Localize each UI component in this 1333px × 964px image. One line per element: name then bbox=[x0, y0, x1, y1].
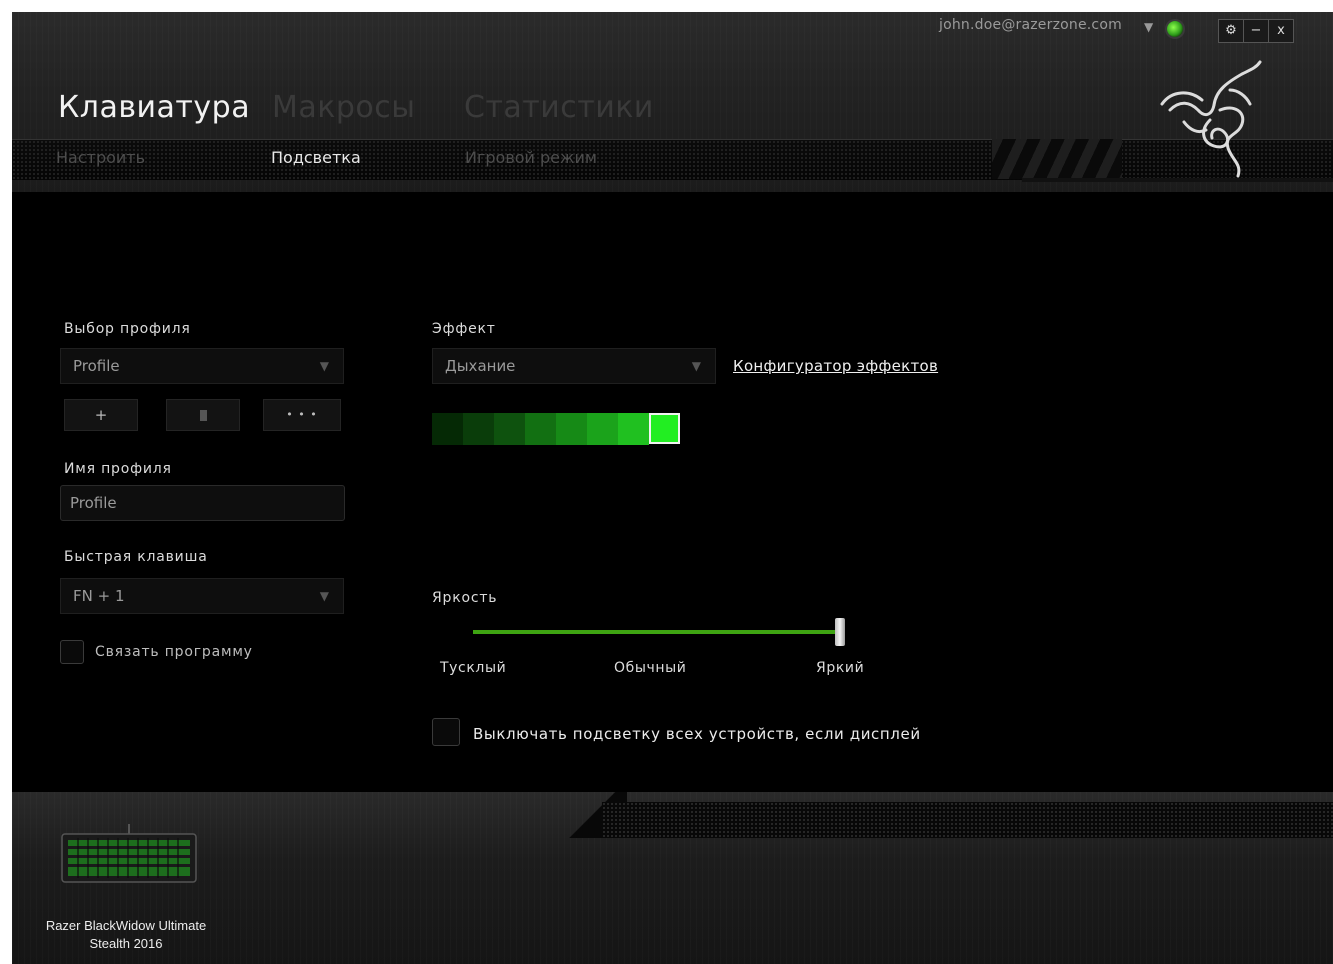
close-button[interactable]: x bbox=[1269, 20, 1293, 42]
color-swatch[interactable] bbox=[618, 413, 649, 445]
profile-select-label: Выбор профиля bbox=[64, 321, 191, 337]
profile-name-label: Имя профиля bbox=[64, 461, 172, 477]
chevron-down-icon: ▼ bbox=[319, 589, 329, 603]
display-off-label: Выключать подсветку всех устройств, если… bbox=[473, 725, 921, 743]
color-swatch[interactable] bbox=[587, 413, 618, 445]
display-off-checkbox[interactable] bbox=[432, 718, 460, 746]
delete-profile-button[interactable] bbox=[166, 399, 240, 431]
hotkey-label: Быстрая клавиша bbox=[64, 549, 208, 565]
brightness-max-label: Яркий bbox=[816, 660, 865, 676]
active-color-swatch[interactable] bbox=[649, 413, 680, 444]
profile-name-input[interactable]: Profile bbox=[60, 485, 345, 521]
synapse-window: john.doe@razerzone.com ▼ ⚙ − x Клавиатур… bbox=[12, 12, 1333, 964]
effect-configurator-link[interactable]: Конфигуратор эффектов bbox=[733, 357, 938, 375]
brightness-label: Яркость bbox=[432, 590, 498, 606]
window-controls: ⚙ − x bbox=[1218, 19, 1294, 43]
brightness-mid-label: Обычный bbox=[614, 660, 687, 676]
subtab-lighting[interactable]: Подсветка bbox=[271, 148, 361, 167]
subtab-bar bbox=[12, 139, 1333, 180]
brightness-min-label: Тусклый bbox=[440, 660, 507, 676]
hotkey-dropdown[interactable]: FN + 1 ▼ bbox=[60, 578, 344, 614]
color-swatch[interactable] bbox=[525, 413, 556, 445]
header-mesh-decoration bbox=[992, 139, 1122, 179]
hotkey-dropdown-value: FN + 1 bbox=[73, 587, 125, 605]
breathing-color-strip bbox=[432, 413, 680, 445]
keyboard-device-icon[interactable] bbox=[60, 824, 198, 884]
subtab-game-mode[interactable]: Игровой режим bbox=[465, 148, 597, 167]
profile-options-button[interactable]: • • • bbox=[263, 399, 341, 431]
tab-statistics[interactable]: Статистики bbox=[464, 90, 654, 125]
device-name-line1: Razer BlackWidow Ultimate bbox=[45, 918, 207, 933]
tab-keyboard[interactable]: Клавиатура bbox=[58, 90, 250, 125]
tab-macros[interactable]: Макросы bbox=[272, 90, 415, 125]
link-program-checkbox[interactable] bbox=[60, 640, 84, 664]
device-name: Razer BlackWidow Ultimate Stealth 2016 bbox=[36, 917, 216, 953]
add-profile-button[interactable]: + bbox=[64, 399, 138, 431]
settings-gear-icon[interactable]: ⚙ bbox=[1219, 20, 1244, 42]
subtab-customize[interactable]: Настроить bbox=[56, 148, 145, 167]
chevron-down-icon: ▼ bbox=[319, 359, 329, 373]
brightness-slider-track[interactable] bbox=[473, 630, 842, 634]
link-program-label: Связать программу bbox=[95, 644, 253, 660]
chevron-down-icon: ▼ bbox=[691, 359, 701, 373]
device-name-line2: Stealth 2016 bbox=[89, 936, 163, 951]
footer-strip bbox=[602, 802, 1333, 838]
effect-dropdown[interactable]: Дыхание ▼ bbox=[432, 348, 716, 384]
account-email[interactable]: john.doe@razerzone.com bbox=[939, 17, 1122, 33]
effect-label: Эффект bbox=[432, 321, 496, 337]
color-swatch[interactable] bbox=[432, 413, 463, 445]
profile-dropdown[interactable]: Profile ▼ bbox=[60, 348, 344, 384]
profile-dropdown-value: Profile bbox=[73, 357, 120, 375]
account-dropdown-icon[interactable]: ▼ bbox=[1144, 20, 1153, 34]
minimize-button[interactable]: − bbox=[1244, 20, 1269, 42]
trash-icon bbox=[199, 410, 207, 421]
color-swatch[interactable] bbox=[556, 413, 587, 445]
color-swatch[interactable] bbox=[463, 413, 494, 445]
color-swatch[interactable] bbox=[494, 413, 525, 445]
razer-logo-icon bbox=[1160, 60, 1262, 178]
effect-dropdown-value: Дыхание bbox=[445, 357, 516, 375]
sync-status-icon[interactable] bbox=[1167, 21, 1183, 37]
brightness-slider-handle[interactable] bbox=[835, 618, 845, 646]
